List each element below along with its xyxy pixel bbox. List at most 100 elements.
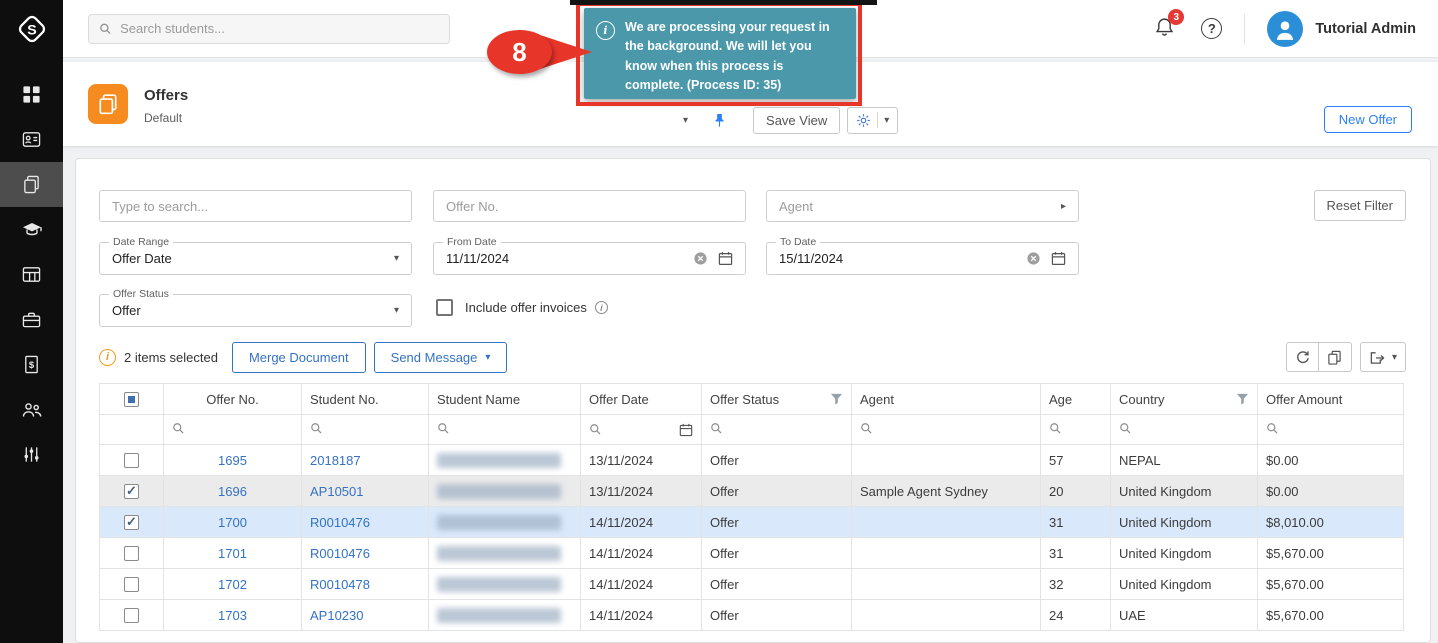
filter-cell-offer-date[interactable]	[581, 415, 702, 445]
row-checkbox[interactable]	[124, 546, 139, 561]
agent-cell[interactable]	[852, 600, 1041, 631]
filter-funnel-icon[interactable]	[1236, 393, 1249, 406]
select-all-header[interactable]	[100, 384, 164, 415]
col-header-offer-amount[interactable]: Offer Amount	[1258, 384, 1404, 415]
offer-no-link[interactable]: 1695	[218, 453, 247, 468]
global-search[interactable]	[88, 14, 450, 44]
refresh-button[interactable]	[1286, 342, 1319, 372]
col-header-agent[interactable]: Agent	[852, 384, 1041, 415]
sidebar-item-settings[interactable]	[0, 432, 63, 477]
row-checkbox[interactable]	[124, 453, 139, 468]
table-row[interactable]: 1701 R0010476 14/11/2024 Offer 31 United…	[100, 538, 1404, 569]
offer-no-link[interactable]: 1701	[218, 546, 247, 561]
table-row[interactable]: 1696 AP10501 13/11/2024 Offer Sample Age…	[100, 476, 1404, 507]
col-header-offer-date[interactable]: Offer Date	[581, 384, 702, 415]
reset-filter-button[interactable]: Reset Filter	[1314, 190, 1406, 221]
user-name[interactable]: Tutorial Admin	[1315, 21, 1416, 37]
student-no-link[interactable]: R0010476	[310, 546, 370, 561]
calendar-icon[interactable]	[679, 423, 693, 437]
student-no-link[interactable]: AP10230	[310, 608, 364, 623]
export-button[interactable]: ▾	[1360, 342, 1406, 372]
col-header-student-no[interactable]: Student No.	[302, 384, 429, 415]
filter-cell-offer-amount[interactable]	[1258, 415, 1404, 445]
include-invoices-checkbox[interactable]	[436, 299, 453, 316]
to-date-field[interactable]: To Date 15/11/2024	[766, 242, 1079, 275]
sidebar-item-offers[interactable]	[0, 162, 63, 207]
agent-cell[interactable]	[852, 445, 1041, 476]
save-view-button[interactable]: Save View	[753, 107, 840, 134]
search-input[interactable]	[120, 21, 439, 36]
col-header-student-name[interactable]: Student Name	[429, 384, 581, 415]
help-button[interactable]: ?	[1201, 18, 1222, 39]
agent-cell[interactable]	[852, 507, 1041, 538]
filter-funnel-icon[interactable]	[830, 393, 843, 406]
type-to-search-field[interactable]	[99, 190, 412, 222]
clear-icon[interactable]	[693, 251, 708, 266]
table-row[interactable]: 1700 R0010476 14/11/2024 Offer 31 United…	[100, 507, 1404, 538]
agent-dropdown[interactable]: Agent ▸	[766, 190, 1079, 222]
agent-cell[interactable]	[852, 538, 1041, 569]
student-no-link[interactable]: 2018187	[310, 453, 361, 468]
filter-cell-age[interactable]	[1041, 415, 1111, 445]
table-row[interactable]: 1695 2018187 13/11/2024 Offer 57 NEPAL $…	[100, 445, 1404, 476]
notifications-button[interactable]: 3	[1154, 16, 1175, 41]
row-select-cell[interactable]	[100, 569, 164, 600]
filter-cell-offer-no[interactable]	[164, 415, 302, 445]
sidebar-item-contacts[interactable]	[0, 117, 63, 162]
row-select-cell[interactable]	[100, 600, 164, 631]
select-all-checkbox[interactable]	[124, 392, 139, 407]
col-header-offer-status[interactable]: Offer Status	[702, 384, 852, 415]
filter-cell-country[interactable]	[1111, 415, 1258, 445]
student-no-link[interactable]: AP10501	[310, 484, 364, 499]
row-select-cell[interactable]	[100, 538, 164, 569]
calendar-icon[interactable]	[1051, 251, 1066, 266]
filter-cell-agent[interactable]	[852, 415, 1041, 445]
view-selector-caret[interactable]: ▾	[683, 115, 688, 126]
date-range-select[interactable]: Date Range Offer Date ▾	[99, 242, 412, 275]
sidebar-item-services[interactable]	[0, 297, 63, 342]
new-offer-button[interactable]: New Offer	[1324, 106, 1412, 133]
row-checkbox[interactable]	[124, 577, 139, 592]
table-row[interactable]: 1703 AP10230 14/11/2024 Offer 24 UAE $5,…	[100, 600, 1404, 631]
col-header-country[interactable]: Country	[1111, 384, 1258, 415]
row-select-cell[interactable]	[100, 445, 164, 476]
app-logo[interactable]: S	[0, 0, 63, 58]
view-settings-button[interactable]: ▾	[847, 107, 898, 134]
offer-no-link[interactable]: 1703	[218, 608, 247, 623]
user-avatar[interactable]	[1267, 11, 1303, 47]
sidebar-item-agents[interactable]	[0, 387, 63, 432]
merge-document-button[interactable]: Merge Document	[232, 342, 366, 373]
offer-no-field[interactable]	[433, 190, 746, 222]
processing-toast[interactable]: i We are processing your request in the …	[584, 8, 856, 99]
agent-cell[interactable]: Sample Agent Sydney	[852, 476, 1041, 507]
filter-cell-offer-status[interactable]	[702, 415, 852, 445]
calendar-icon[interactable]	[718, 251, 733, 266]
offer-status-select[interactable]: Offer Status Offer ▾	[99, 294, 412, 327]
offer-no-link[interactable]: 1696	[218, 484, 247, 499]
student-no-link[interactable]: R0010478	[310, 577, 370, 592]
offer-no-link[interactable]: 1700	[218, 515, 247, 530]
row-checkbox[interactable]	[124, 484, 139, 499]
filter-cell-student-no[interactable]	[302, 415, 429, 445]
agent-cell[interactable]	[852, 569, 1041, 600]
sidebar-item-dashboard[interactable]	[0, 72, 63, 117]
type-to-search-input[interactable]	[112, 199, 399, 214]
send-message-button[interactable]: Send Message ▾	[374, 342, 508, 373]
sidebar-item-courses[interactable]	[0, 207, 63, 252]
col-header-offer-no[interactable]: Offer No.	[164, 384, 302, 415]
row-checkbox[interactable]	[124, 515, 139, 530]
from-date-field[interactable]: From Date 11/11/2024	[433, 242, 746, 275]
sidebar-item-reports[interactable]	[0, 252, 63, 297]
offer-no-input[interactable]	[446, 199, 733, 214]
filter-cell-student-name[interactable]	[429, 415, 581, 445]
table-row[interactable]: 1702 R0010478 14/11/2024 Offer 32 United…	[100, 569, 1404, 600]
sidebar-item-invoices[interactable]: $	[0, 342, 63, 387]
clear-icon[interactable]	[1026, 251, 1041, 266]
student-no-link[interactable]: R0010476	[310, 515, 370, 530]
column-chooser-button[interactable]	[1319, 342, 1352, 372]
row-select-cell[interactable]	[100, 507, 164, 538]
pin-icon[interactable]	[712, 113, 727, 128]
row-select-cell[interactable]	[100, 476, 164, 507]
offer-no-link[interactable]: 1702	[218, 577, 247, 592]
row-checkbox[interactable]	[124, 608, 139, 623]
